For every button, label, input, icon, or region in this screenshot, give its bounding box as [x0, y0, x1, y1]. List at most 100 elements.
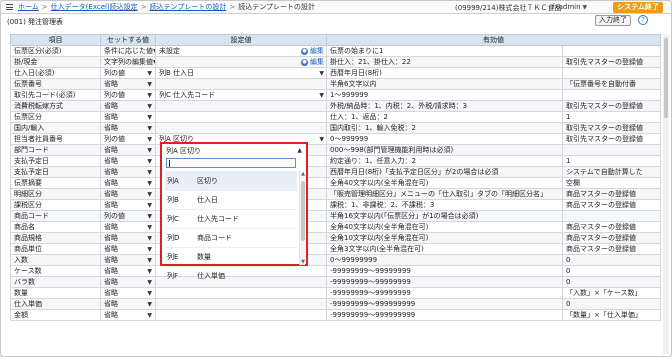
- set-value-select[interactable]: 省略 ▼: [100, 144, 156, 156]
- system-end-button[interactable]: システム終了: [613, 2, 663, 13]
- edit-label: 編集: [310, 47, 324, 55]
- set-value-select[interactable]: 省略 ▼: [100, 243, 156, 255]
- chevron-down-icon: ▼: [147, 289, 152, 297]
- table-row: 掛/現金文字列の編集値▼ ●編集掛仕入：21、掛仕入：22取引先マスターの登録値: [10, 56, 661, 68]
- edit-link[interactable]: ● 編集: [301, 47, 324, 56]
- setting-cell[interactable]: 列C 仕入先コード ▼: [155, 89, 327, 101]
- default-value: [562, 45, 661, 57]
- default-value: [562, 144, 661, 156]
- set-value-select[interactable]: 省略 ▼: [100, 111, 156, 123]
- column-select-dropdown[interactable]: 列A 区切り ▲ 列A 区切り 列B 仕入日 列C 仕入先コード 列D 商品コード 列E 数量列F…: [160, 142, 308, 280]
- user-menu[interactable]: fxadmin ▼: [552, 3, 587, 11]
- set-value-select[interactable]: 列の値 ▼: [100, 89, 156, 101]
- input-end-button[interactable]: 入力終了: [595, 15, 631, 26]
- chevron-down-icon: ▼: [582, 4, 588, 11]
- option-column: 列B: [167, 196, 179, 204]
- sub-header: (001) 発注管理表: [1, 15, 671, 28]
- set-value-select[interactable]: 列の値 ▼: [100, 133, 156, 145]
- set-value-label: 省略: [104, 113, 118, 121]
- valid-value: 「販売管理明細区分」メニューの「仕入取引」タブの「明細区分名」: [326, 188, 563, 200]
- dropdown-option[interactable]: 列E 数量: [165, 247, 297, 266]
- set-value-label: 列の値: [104, 91, 125, 99]
- set-value-select[interactable]: 省略 ▼: [100, 254, 156, 266]
- set-value-select[interactable]: 列の値 ▼: [100, 210, 156, 222]
- set-value-select[interactable]: 省略 ▼: [100, 78, 156, 90]
- table-row: 仕入単価 省略 ▼ -99999999〜999999999 0: [10, 298, 661, 310]
- set-value-select[interactable]: 省略 ▼: [100, 232, 156, 244]
- set-value-label: 省略: [104, 190, 118, 198]
- dropdown-option[interactable]: 列D 商品コード: [165, 228, 297, 247]
- set-value-select[interactable]: 省略 ▼: [100, 265, 156, 277]
- scrollbar-thumb[interactable]: [301, 181, 305, 241]
- set-value-select[interactable]: 省略 ▼: [100, 166, 156, 178]
- row-item-name: 支払予定日: [10, 155, 101, 167]
- set-value-select[interactable]: 省略 ▼: [100, 276, 156, 288]
- set-value-select[interactable]: 省略 ▼: [100, 287, 156, 299]
- row-item-name: ケース数: [10, 265, 101, 277]
- valid-value: 全角40文字以内(全半角混在可): [326, 177, 563, 189]
- header-valid-value: 有効値: [326, 34, 661, 46]
- dropdown-option[interactable]: 列C 仕入先コード: [165, 209, 297, 228]
- set-value-label: 省略: [104, 278, 118, 286]
- set-value-select[interactable]: 列の値 ▼: [100, 67, 156, 79]
- valid-value: -99999999〜99999999: [326, 265, 563, 277]
- table-row: 伝票区分(必須)条件に応じた値▼未設定 ●編集伝票の始まりに1: [10, 45, 661, 57]
- setting-value: 列B 仕入日: [159, 69, 195, 77]
- set-value-select[interactable]: 省略 ▼: [100, 188, 156, 200]
- chevron-down-icon: ▼: [147, 157, 152, 165]
- breadcrumb-template-design[interactable]: 読込テンプレートの設計: [150, 2, 227, 12]
- chevron-down-icon: ▼: [147, 113, 152, 121]
- breadcrumb-home[interactable]: ホーム: [18, 2, 39, 12]
- set-value-select[interactable]: 文字列の編集値▼: [100, 56, 156, 68]
- setting-cell: [155, 287, 327, 299]
- row-item-name: 国内/輸入: [10, 122, 101, 134]
- edit-label: 編集: [310, 58, 324, 66]
- setting-cell: ● 編集: [155, 56, 327, 68]
- default-value: 商品マスターの登録値: [562, 188, 661, 200]
- dropdown-search-input[interactable]: [166, 158, 296, 168]
- default-value: 商品マスターの登録値: [562, 199, 661, 211]
- set-value-select[interactable]: 条件に応じた値▼: [100, 45, 156, 57]
- scrollbar-thumb[interactable]: [664, 38, 668, 118]
- dropdown-option[interactable]: 列F 仕入単価: [165, 266, 297, 285]
- option-column: 列F: [167, 272, 179, 280]
- row-item-name: 担当者社員番号: [10, 133, 101, 145]
- set-value-select[interactable]: 省略 ▼: [100, 100, 156, 112]
- row-item-name: 伝票区分(必須): [10, 45, 101, 57]
- set-value-select[interactable]: 省略 ▼: [100, 122, 156, 134]
- page-scrollbar[interactable]: [663, 34, 669, 354]
- page-title: (001) 発注管理表: [7, 17, 64, 26]
- dropdown-option[interactable]: 列B 仕入日: [165, 190, 297, 209]
- chevron-down-icon: ▼: [147, 201, 152, 209]
- set-value-select[interactable]: 省略 ▼: [100, 298, 156, 310]
- edit-link[interactable]: ● 編集: [301, 58, 324, 67]
- default-value: 「入数」×「ケース数」: [562, 287, 661, 299]
- set-value-select[interactable]: 省略 ▼: [100, 155, 156, 167]
- setting-cell: [155, 309, 327, 321]
- set-value-select[interactable]: 省略 ▼: [100, 309, 156, 321]
- set-value-select[interactable]: 省略 ▼: [100, 177, 156, 189]
- dropdown-selected-value[interactable]: 列A 区切り ▲: [164, 145, 304, 156]
- set-value-label: 省略: [104, 267, 118, 275]
- option-column: 列C: [167, 215, 179, 223]
- chevron-down-icon: ▼: [147, 256, 152, 264]
- valid-value: 掛仕入：21、掛仕入：22: [326, 56, 563, 68]
- breadcrumb-import-settings[interactable]: 仕入データ(Excel)読込設定: [51, 2, 138, 12]
- setting-cell[interactable]: 列B 仕入日 ▼: [155, 67, 327, 79]
- table-row: 明細区分 省略 ▼ 「販売管理明細区分」メニューの「仕入取引」タブの「明細区分名」 商品…: [10, 188, 661, 200]
- header-setting: 設定値: [155, 34, 327, 46]
- scroll-down-icon[interactable]: ▼: [300, 259, 306, 265]
- setting-value: 未設定: [159, 47, 180, 55]
- set-value-select[interactable]: 省略 ▼: [100, 221, 156, 233]
- dropdown-option[interactable]: 列A 区切り: [165, 171, 297, 190]
- help-icon[interactable]: ?: [638, 15, 648, 25]
- menu-icon[interactable]: [4, 1, 14, 14]
- set-value-select[interactable]: 省略 ▼: [100, 199, 156, 211]
- settings-table: 項目 セットする値 設定値 有効値 伝票区分(必須)条件に応じた値▼未設定●編集…: [10, 34, 661, 321]
- valid-value: -99999999〜99999999: [326, 287, 563, 299]
- row-item-name: 商品コード: [10, 210, 101, 222]
- scroll-up-icon[interactable]: ▲: [300, 171, 306, 177]
- row-item-name: 金額: [10, 309, 101, 321]
- default-value: 空欄: [562, 177, 661, 189]
- dropdown-scrollbar[interactable]: ▲ ▼: [299, 171, 305, 265]
